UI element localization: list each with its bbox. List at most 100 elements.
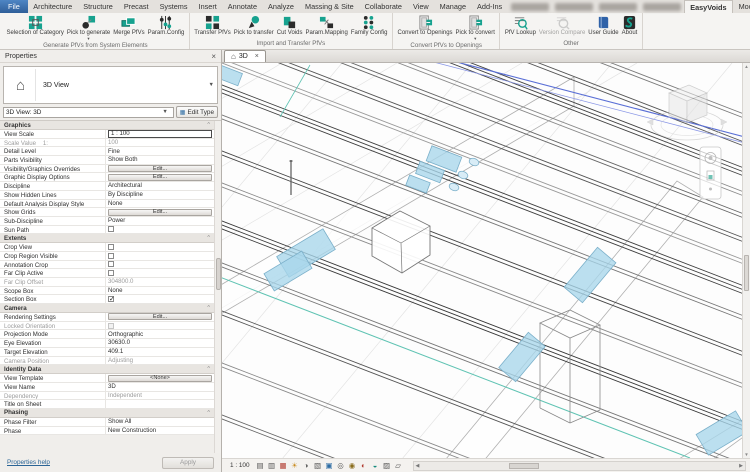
view-scale-icon[interactable]: ▤ bbox=[256, 461, 265, 471]
checkbox[interactable] bbox=[108, 270, 114, 276]
property-value[interactable]: Orthographic bbox=[106, 330, 214, 338]
checkbox-checked[interactable] bbox=[108, 296, 114, 302]
reveal-hidden-elements-icon[interactable]: ◉ bbox=[348, 461, 357, 471]
tab-redacted-14[interactable] bbox=[555, 2, 593, 11]
property-value[interactable]: Edit... bbox=[106, 208, 214, 216]
visual-style-icon[interactable]: ▦ bbox=[279, 461, 288, 471]
property-value[interactable] bbox=[106, 322, 214, 330]
selection-of-category-button[interactable]: Selection of Category bbox=[5, 14, 65, 37]
detail-level-icon[interactable]: ▥ bbox=[267, 461, 276, 471]
property-value[interactable] bbox=[106, 400, 214, 408]
pfv-lookup-button[interactable]: PfV Lookup bbox=[503, 14, 537, 37]
tab-modify[interactable]: Modify bbox=[733, 0, 750, 13]
scroll-left-icon[interactable]: ◀ bbox=[416, 463, 420, 469]
property-value[interactable] bbox=[106, 252, 214, 260]
scroll-right-icon[interactable]: ▶ bbox=[739, 463, 743, 469]
pick-to-generate-button[interactable]: Pick to generate▾ bbox=[65, 14, 111, 41]
merge-pfvs-button[interactable]: Merge PfVs bbox=[112, 14, 146, 37]
param-config-button[interactable]: Param.Config bbox=[146, 14, 186, 37]
tab-manage[interactable]: Manage bbox=[434, 0, 471, 13]
property-value[interactable]: Show All bbox=[106, 418, 214, 426]
property-value[interactable]: Edit... bbox=[106, 173, 214, 181]
view-template-button[interactable]: <None> bbox=[108, 375, 212, 382]
type-selector[interactable]: ⌂ 3D View ▼ bbox=[3, 66, 218, 104]
property-value[interactable]: 100 bbox=[106, 139, 214, 147]
scroll-down-icon[interactable]: ▼ bbox=[743, 452, 750, 457]
edit-button[interactable]: Edit... bbox=[108, 174, 212, 181]
property-value[interactable]: None bbox=[106, 287, 214, 295]
about-button[interactable]: About bbox=[620, 14, 639, 37]
tab-massing-site[interactable]: Massing & Site bbox=[299, 0, 359, 13]
property-value[interactable]: 409.1 bbox=[106, 348, 214, 356]
scrollbar-thumb[interactable] bbox=[744, 255, 749, 291]
property-value[interactable]: <None> bbox=[106, 374, 214, 382]
property-value[interactable] bbox=[106, 261, 214, 269]
edit-button[interactable]: Edit... bbox=[108, 209, 212, 216]
properties-scrollbar[interactable] bbox=[214, 121, 221, 453]
apply-button[interactable]: Apply bbox=[162, 457, 214, 469]
property-value[interactable]: Power bbox=[106, 217, 214, 225]
section-header-phasing[interactable]: Phasing^ bbox=[0, 409, 214, 418]
pick-to-transfer-button[interactable]: Pick to transfer bbox=[232, 14, 275, 37]
shadows-icon[interactable]: ◑ bbox=[302, 461, 311, 471]
worksharing-display-icon[interactable]: ◐ bbox=[359, 461, 368, 471]
property-value[interactable]: Edit... bbox=[106, 313, 214, 321]
analytical-model-icon[interactable]: ▨ bbox=[382, 461, 391, 471]
temporary-hide-isolate-icon[interactable]: ◎ bbox=[336, 461, 345, 471]
checkbox[interactable] bbox=[108, 261, 114, 267]
collapse-icon[interactable]: ^ bbox=[207, 366, 210, 372]
property-value[interactable]: 304800.0 bbox=[106, 278, 214, 286]
property-value[interactable] bbox=[106, 226, 214, 234]
crop-view-icon[interactable]: ▧ bbox=[313, 461, 322, 471]
edit-button[interactable]: Edit... bbox=[108, 165, 212, 172]
tab-view[interactable]: View bbox=[407, 0, 434, 13]
convert-to-openings-button[interactable]: Convert to Openings bbox=[396, 14, 454, 37]
view-scale-input[interactable]: 1 : 100 bbox=[108, 130, 212, 138]
property-value[interactable]: Independent bbox=[106, 392, 214, 400]
checkbox[interactable] bbox=[108, 244, 114, 250]
scrollbar-thumb[interactable] bbox=[216, 258, 221, 290]
property-value[interactable]: None bbox=[106, 200, 214, 208]
property-value[interactable]: 30630.0 bbox=[106, 339, 214, 347]
param-mapping-button[interactable]: Param.Mapping bbox=[304, 14, 349, 37]
view-scale-label[interactable]: 1 : 100 bbox=[226, 462, 254, 469]
property-value[interactable] bbox=[106, 269, 214, 277]
close-icon[interactable]: × bbox=[211, 52, 216, 61]
temporary-view-properties-icon[interactable]: ◒ bbox=[371, 461, 380, 471]
tab-precast[interactable]: Precast bbox=[118, 0, 154, 13]
property-value[interactable]: Show Both bbox=[106, 156, 214, 164]
tab-systems[interactable]: Systems bbox=[154, 0, 193, 13]
reveal-constraints-icon[interactable]: ▱ bbox=[394, 461, 403, 471]
view-tab-3d[interactable]: ⌂ 3D × bbox=[224, 50, 266, 62]
navigation-bar[interactable] bbox=[700, 147, 721, 199]
view-cube[interactable] bbox=[647, 85, 727, 140]
tab-easyvoids[interactable]: EasyVoids bbox=[684, 0, 733, 13]
tab-architecture[interactable]: Architecture bbox=[28, 0, 78, 13]
tab-redacted-16[interactable] bbox=[643, 2, 681, 11]
collapse-icon[interactable]: ^ bbox=[207, 305, 210, 311]
property-value[interactable]: New Construction bbox=[106, 427, 214, 435]
property-value[interactable]: Adjusting bbox=[106, 357, 214, 365]
tab-redacted-13[interactable] bbox=[511, 2, 549, 11]
property-value[interactable]: 3D bbox=[106, 383, 214, 391]
collapse-icon[interactable]: ^ bbox=[207, 410, 210, 416]
tab-collaborate[interactable]: Collaborate bbox=[359, 0, 407, 13]
edit-button[interactable]: Edit... bbox=[108, 313, 212, 320]
property-value[interactable]: 1 : 100 bbox=[106, 130, 214, 138]
checkbox[interactable] bbox=[108, 253, 114, 259]
canvas-vertical-scrollbar[interactable]: ▲ ▼ bbox=[742, 63, 750, 458]
tab-add-ins[interactable]: Add-Ins bbox=[472, 0, 508, 13]
property-value[interactable] bbox=[106, 243, 214, 251]
canvas-horizontal-scrollbar[interactable]: ◀ ▶ bbox=[413, 461, 746, 471]
pick-to-convert-button[interactable]: Pick to convert▾ bbox=[454, 14, 496, 41]
collapse-icon[interactable]: ^ bbox=[207, 122, 210, 128]
property-value[interactable]: Fine bbox=[106, 147, 214, 155]
tab-analyze[interactable]: Analyze bbox=[263, 0, 300, 13]
property-value[interactable]: By Discipline bbox=[106, 191, 214, 199]
model-canvas[interactable]: ▲ ▼ bbox=[222, 63, 750, 458]
collapse-icon[interactable]: ^ bbox=[207, 235, 210, 241]
tab-insert[interactable]: Insert bbox=[193, 0, 222, 13]
properties-help-link[interactable]: Properties help bbox=[7, 459, 50, 466]
cut-voids-button[interactable]: Cut Voids bbox=[275, 14, 304, 37]
crop-region-icon[interactable]: ▣ bbox=[325, 461, 334, 471]
